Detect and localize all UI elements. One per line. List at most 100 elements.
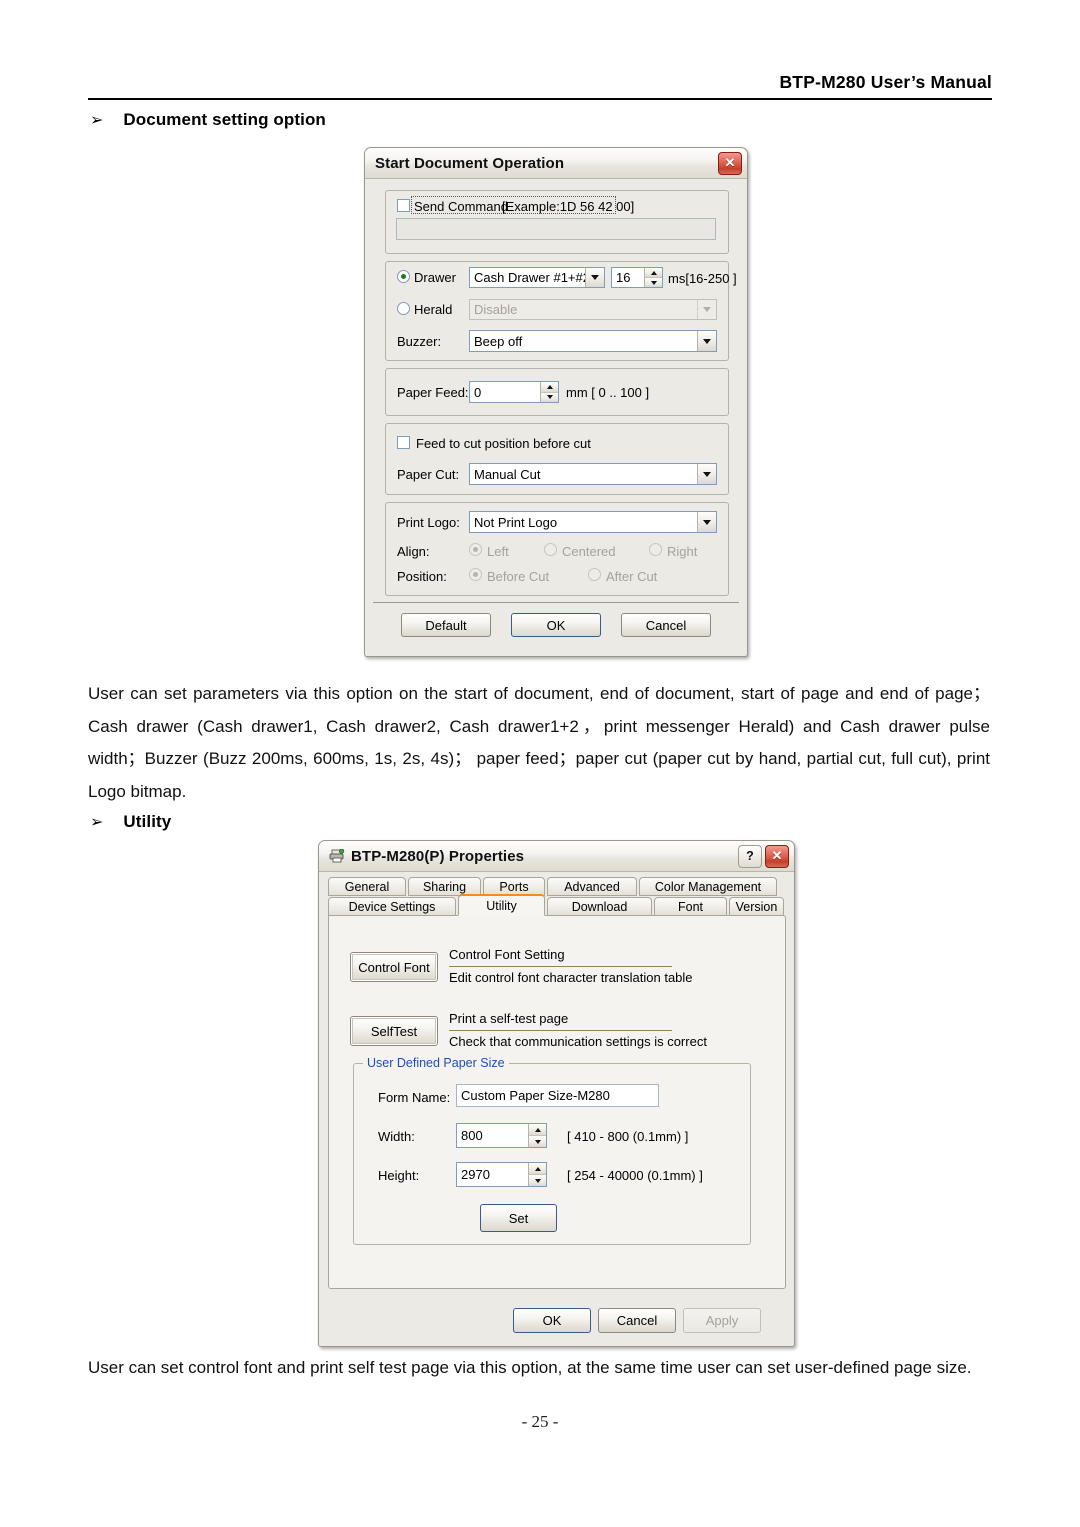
chevron-down-icon[interactable] [697,331,716,351]
feed-to-cut-position-label: Feed to cut position before cut [416,436,591,451]
herald-combo: Disable [469,299,717,320]
spinner-up-icon[interactable] [541,382,558,392]
default-button[interactable]: Default [401,613,491,637]
tab-version[interactable]: Version [729,897,784,916]
print-logo-combo[interactable]: Not Print Logo [469,511,717,533]
tab-font[interactable]: Font [654,897,727,916]
paper-cut-combo[interactable]: Manual Cut [469,463,717,485]
spinner-down-icon[interactable] [541,391,558,402]
chevron-down-icon [697,300,716,319]
close-icon[interactable]: ✕ [765,844,789,868]
chevron-down-icon[interactable] [697,512,716,532]
position-before-cut-label: Before Cut [487,569,550,584]
align-label: Align: [397,544,430,559]
arrow-bullet-icon: ➢ [90,814,104,831]
width-spinner[interactable]: 800 [456,1123,547,1148]
herald-combo-value: Disable [474,302,518,317]
ok-button[interactable]: OK [513,1308,591,1333]
form-name-input[interactable]: Custom Paper Size-M280 [456,1084,659,1107]
cancel-button[interactable]: Cancel [621,613,711,637]
align-left-label: Left [487,544,509,559]
control-font-separator [449,966,672,967]
spinner-down-icon[interactable] [529,1174,546,1186]
set-button[interactable]: Set [480,1204,557,1232]
chevron-down-icon[interactable] [585,268,604,287]
spinner-buttons[interactable] [528,1163,546,1186]
drawer-label: Drawer [414,270,456,285]
printer-icon [329,848,345,863]
spinner-buttons[interactable] [528,1124,546,1147]
section-heading-document-setting: ➢ Document setting option [90,110,326,130]
spinner-up-icon[interactable] [645,268,662,277]
align-right-label: Right [667,544,698,559]
close-icon[interactable]: ✕ [718,151,742,175]
control-font-button[interactable]: Control Font [350,952,438,982]
print-logo-combo-value: Not Print Logo [474,514,558,530]
chevron-down-icon[interactable] [697,464,716,484]
control-font-title: Control Font Setting [449,947,565,962]
selftest-title: Print a self-test page [449,1011,569,1026]
herald-radio[interactable] [397,302,410,315]
header-title: BTP-M280 User’s Manual [779,72,992,92]
align-centered-radio [544,543,557,556]
tab-advanced[interactable]: Advanced [547,877,637,896]
cancel-button[interactable]: Cancel [598,1308,676,1333]
position-after-cut-label: After Cut [606,569,658,584]
section-heading-utility: ➢ Utility [90,812,171,832]
drawer-combo[interactable]: Cash Drawer #1+#2 [469,267,605,288]
spinner-up-icon[interactable] [529,1163,546,1174]
spinner-buttons[interactable] [644,268,662,287]
drawer-pulse-spinner[interactable]: 16 [611,267,663,288]
form-name-label: Form Name: [378,1090,451,1105]
manual-page: BTP-M280 User’s Manual ➢ Document settin… [0,0,1080,1527]
paper-cut-combo-value: Manual Cut [474,466,541,482]
width-label: Width: [378,1129,415,1144]
tab-utility[interactable]: Utility [458,894,545,916]
spinner-up-icon[interactable] [529,1124,546,1135]
buzzer-combo[interactable]: Beep off [469,330,717,352]
paper-feed-value: 0 [474,384,482,400]
height-range-label: [ 254 - 40000 (0.1mm) ] [567,1168,703,1183]
user-defined-paper-size-label: User Defined Paper Size [363,1056,509,1070]
tab-color-management[interactable]: Color Management [639,877,777,896]
height-spinner[interactable]: 2970 [456,1162,547,1187]
header-rule [88,98,992,100]
tab-download[interactable]: Download [547,897,652,916]
section-heading-label: Document setting option [123,110,326,129]
send-command-label: Send Command [414,199,508,214]
dialog-body: General Sharing Ports Advanced Color Man… [319,871,794,1346]
selftest-description: Check that communication settings is cor… [449,1034,707,1049]
document-header: BTP-M280 User’s Manual [88,72,992,100]
dialog-title: BTP-M280(P) Properties [351,847,525,865]
drawer-radio[interactable] [397,270,410,283]
dialog-titlebar[interactable]: BTP-M280(P) Properties ? ✕ [319,841,794,872]
selftest-button[interactable]: SelfTest [350,1016,438,1046]
dialog-body: Send Command [Example:1D 56 42 00] Drawe… [365,178,747,656]
ok-button[interactable]: OK [511,613,601,637]
paper-feed-spinner[interactable]: 0 [469,381,559,403]
spinner-down-icon[interactable] [529,1135,546,1147]
dialog-title: Start Document Operation [375,154,565,172]
paragraph-document-setting: User can set parameters via this option … [88,684,990,801]
help-icon[interactable]: ? [738,844,762,868]
send-command-input[interactable] [396,218,716,240]
paper-cut-label: Paper Cut: [397,467,460,482]
dialog-titlebar[interactable]: Start Document Operation ✕ [365,148,747,179]
height-label: Height: [378,1168,420,1183]
send-command-checkbox[interactable] [397,199,410,212]
feed-to-cut-position-checkbox[interactable] [397,436,410,449]
print-logo-label: Print Logo: [397,515,460,530]
arrow-bullet-icon: ➢ [90,112,104,129]
drawer-combo-value: Cash Drawer #1+#2 [474,270,585,285]
position-after-cut-radio [588,568,601,581]
tab-device-settings[interactable]: Device Settings [328,897,456,916]
paragraph-utility: User can set control font and print self… [88,1358,972,1377]
page-number: - 25 - [521,1412,559,1431]
send-command-example-label: [Example:1D 56 42 00] [502,199,635,214]
width-range-label: [ 410 - 800 (0.1mm) ] [567,1129,689,1144]
paper-feed-units-label: mm [ 0 .. 100 ] [566,385,650,400]
apply-button: Apply [683,1308,761,1333]
spinner-down-icon[interactable] [645,277,662,287]
spinner-buttons[interactable] [540,382,558,402]
tab-general[interactable]: General [328,877,406,896]
